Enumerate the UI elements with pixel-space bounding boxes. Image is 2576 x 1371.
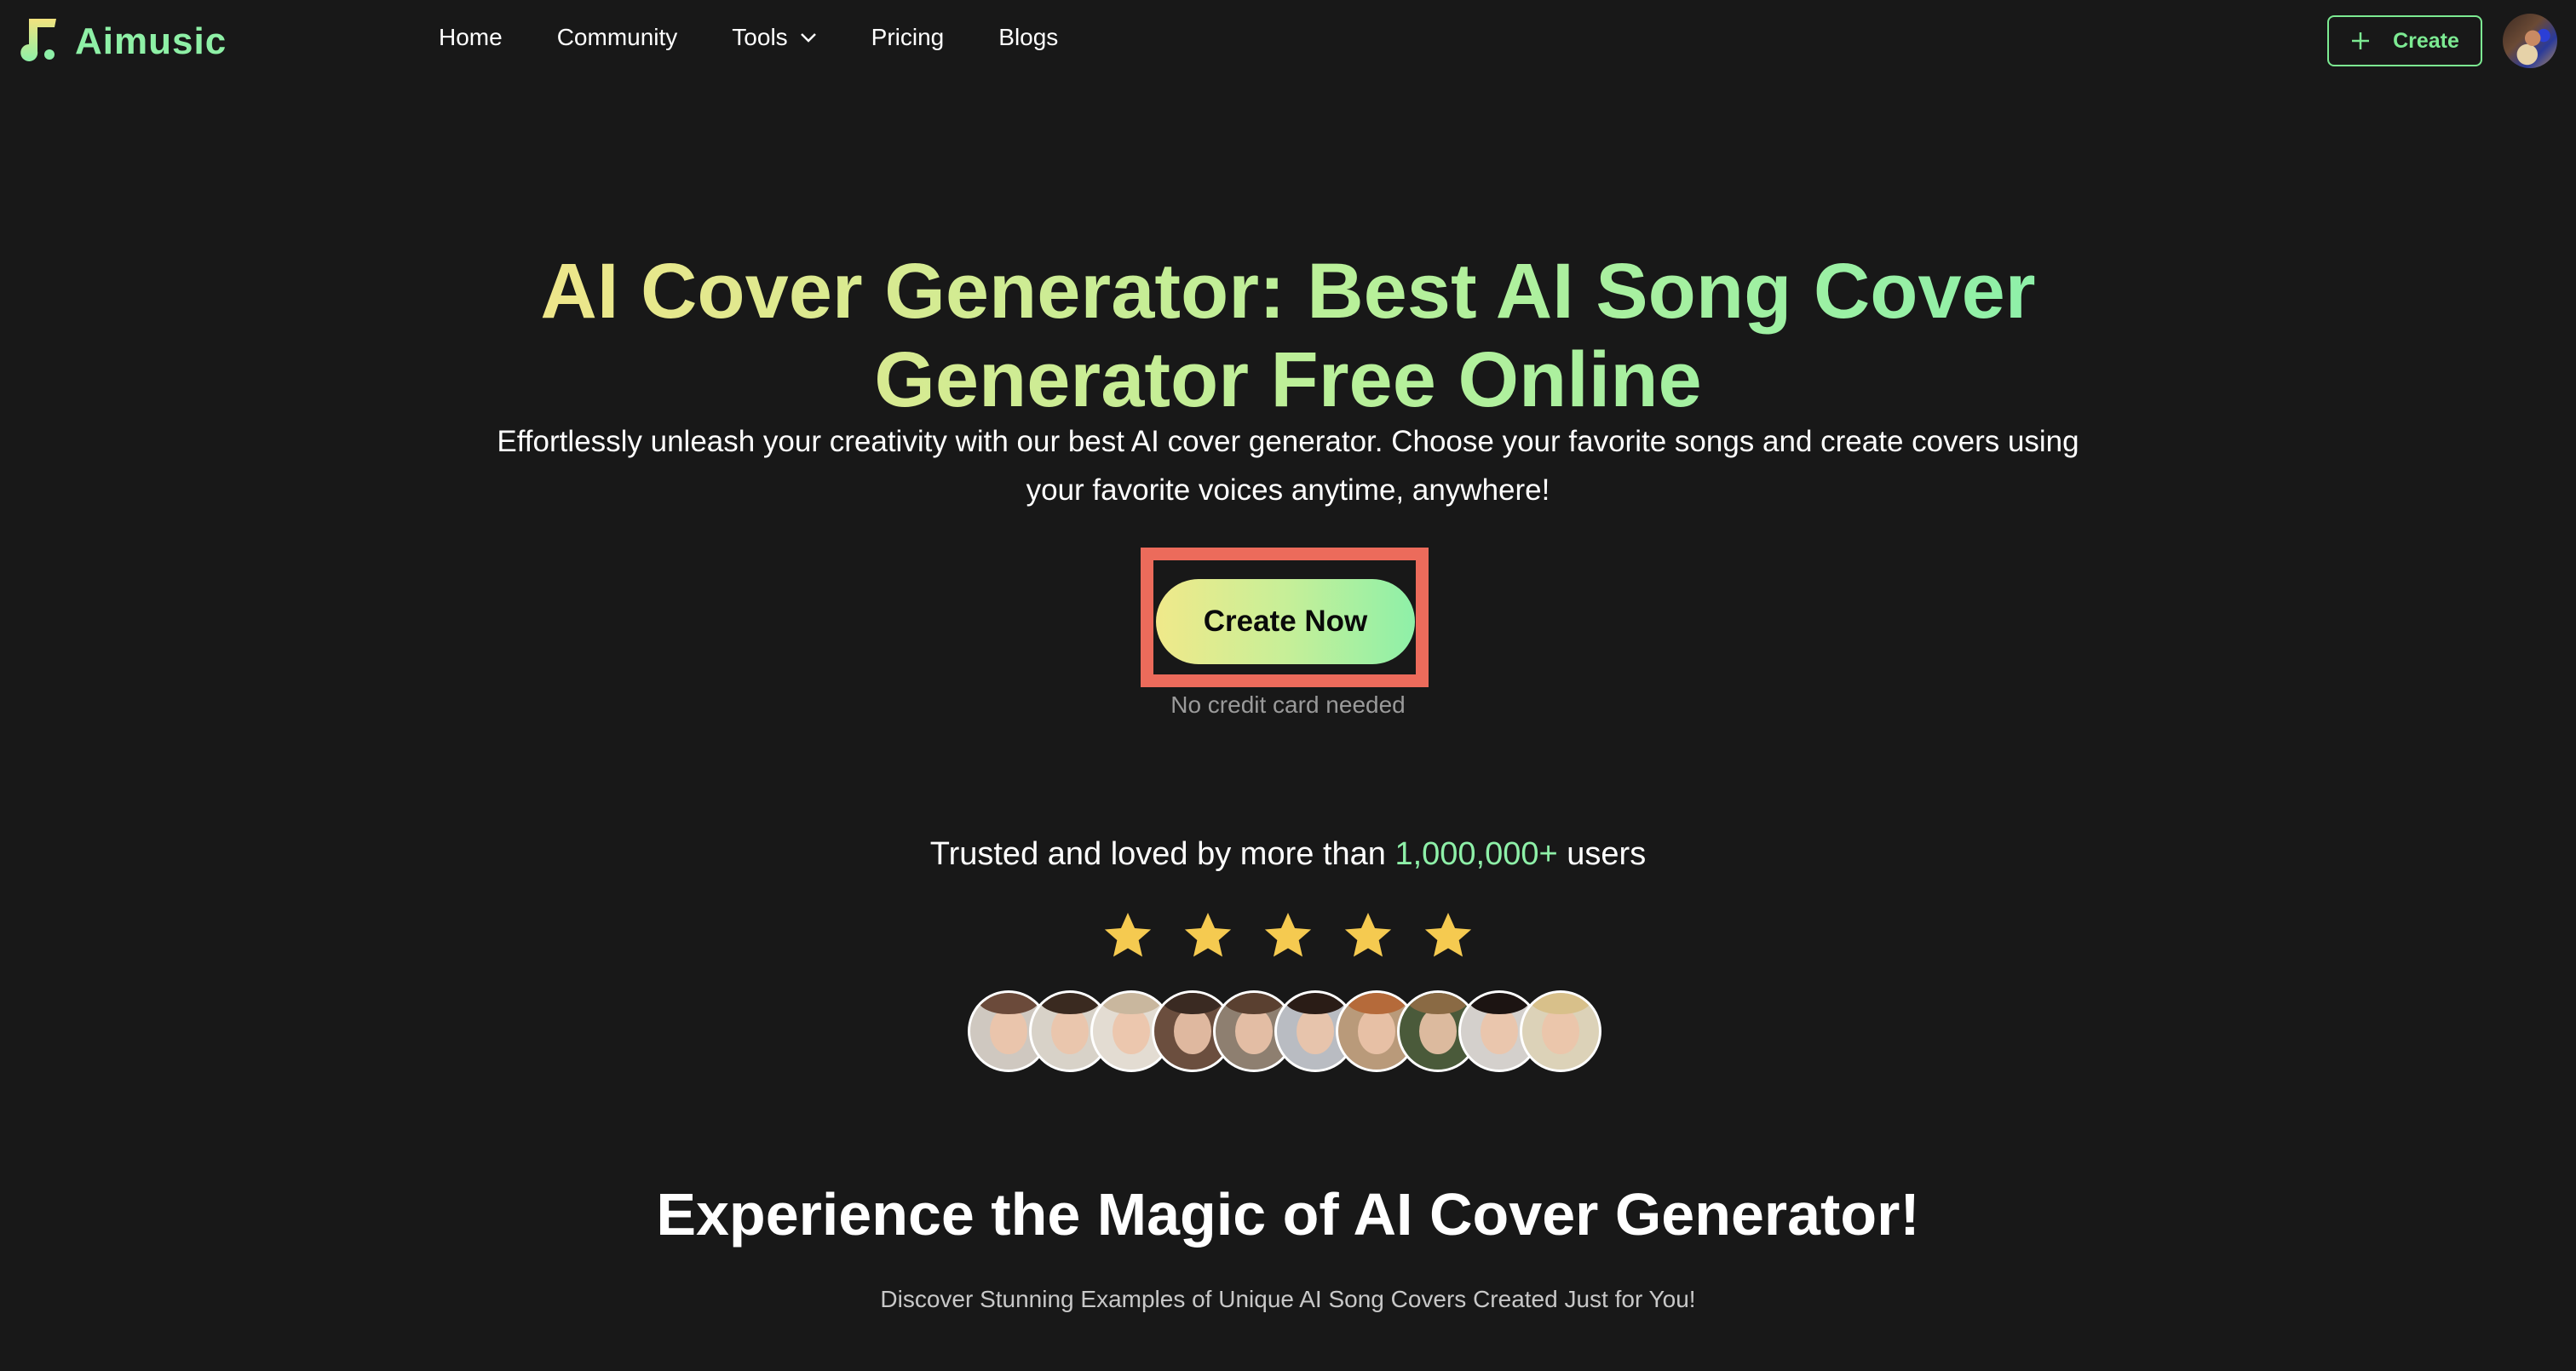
nav-pricing[interactable]: Pricing: [871, 24, 945, 51]
hero-subtitle: Effortlessly unleash your creativity wit…: [497, 425, 2079, 507]
star-rating: [0, 909, 2576, 962]
nav-tools-label: Tools: [732, 24, 788, 50]
star-icon: [1184, 912, 1232, 957]
no-credit-card-note: No credit card needed: [1170, 691, 1406, 718]
nav-home-label: Home: [439, 24, 503, 50]
nav-home[interactable]: Home: [439, 24, 503, 51]
user-avatar-thumb: [1520, 990, 1601, 1072]
chevron-down-icon: [800, 33, 816, 43]
nav-pricing-label: Pricing: [871, 24, 945, 50]
trust-prefix: Trusted and loved by more than: [929, 836, 1386, 872]
star-icon: [1424, 912, 1472, 957]
star-icon: [1344, 912, 1392, 957]
main-nav: Home Community Tools Pricing Blogs: [439, 24, 1113, 51]
nav-community-label: Community: [556, 24, 678, 50]
create-button-label: Create: [2393, 28, 2459, 53]
section-title: Experience the Magic of AI Cover Generat…: [656, 1181, 1920, 1248]
logo-text: Aimusic: [75, 20, 227, 62]
logo[interactable]: Aimusic: [17, 17, 227, 63]
trust-suffix: users: [1567, 836, 1647, 872]
nav-blogs-label: Blogs: [998, 24, 1059, 50]
music-note-icon: [20, 19, 56, 61]
user-count: 1,000,000+: [1394, 836, 1558, 872]
star-icon: [1104, 912, 1152, 957]
user-avatar[interactable]: [2503, 14, 2557, 68]
section-subtitle: Discover Stunning Examples of Unique AI …: [880, 1286, 1696, 1312]
create-now-button[interactable]: Create Now: [1156, 579, 1415, 664]
nav-blogs[interactable]: Blogs: [998, 24, 1058, 51]
page-title-text: AI Cover Generator: Best AI Song Cover G…: [538, 247, 2038, 424]
nav-tools-dropdown[interactable]: Tools: [732, 24, 816, 51]
header-create-button[interactable]: Create: [2327, 15, 2482, 66]
star-icon: [1264, 912, 1312, 957]
trust-statement: Trusted and loved by more than 1,000,000…: [0, 836, 2576, 873]
nav-community[interactable]: Community: [557, 24, 678, 51]
plus-icon: [2352, 32, 2370, 49]
user-avatar-stack: [968, 990, 1601, 1072]
create-now-label: Create Now: [1203, 605, 1368, 638]
page-title: AI Cover Generator: Best AI Song Cover G…: [0, 247, 2576, 424]
top-navigation-bar: Aimusic Home Community Tools Pricing Blo…: [0, 0, 2576, 82]
